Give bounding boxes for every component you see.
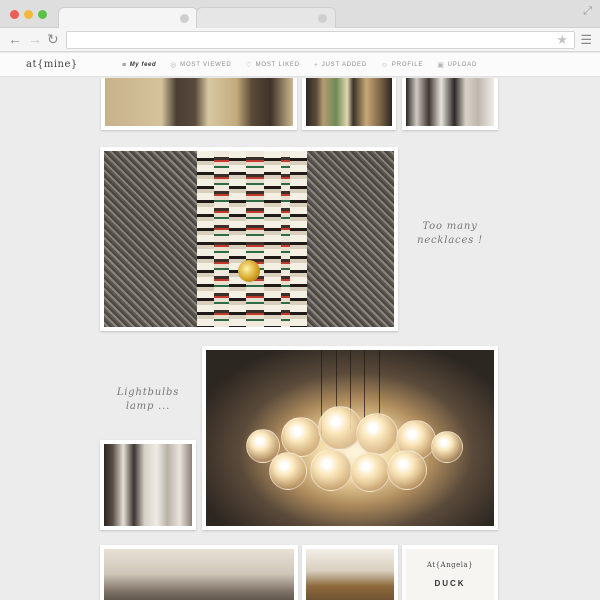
caption-line: Too many (422, 221, 478, 232)
title-bar: ⤢ (0, 0, 600, 29)
bead-strand (289, 151, 307, 327)
gold-pendant (238, 260, 260, 283)
tab-close-icon[interactable] (180, 14, 189, 23)
nav-most-liked[interactable]: ♡ MOST LIKED (246, 61, 300, 69)
nav-label: JUST ADDED (321, 62, 367, 68)
bulb (387, 450, 428, 491)
nav-profile[interactable]: ☺ PROFILE (381, 61, 423, 69)
nav-label: MOST LIKED (255, 62, 300, 68)
photo-caption: Too many necklaces ! (410, 220, 490, 248)
photo-card[interactable] (302, 545, 398, 600)
upload-icon: ▣ (437, 62, 445, 69)
caption-line: lamp ... (125, 401, 171, 412)
hamburger-menu-icon[interactable]: ☰ (580, 33, 592, 46)
nav-label: MOST VIEWED (180, 62, 232, 68)
lamp-wire (364, 350, 366, 424)
lamp-photo (306, 549, 394, 600)
bulb (350, 452, 390, 493)
browser-tab-active[interactable] (58, 7, 198, 29)
necklace-strands (205, 151, 299, 327)
photo-card[interactable] (202, 346, 498, 530)
address-bar[interactable]: ★ (66, 31, 575, 49)
nav-label: UPLOAD (447, 62, 478, 68)
lightbulb-lamp-photo (206, 350, 494, 526)
browser-chrome: ⤢ ← → ↻ ★ ☰ (0, 0, 600, 52)
nav-label: PROFILE (391, 62, 424, 68)
curtain-photo (105, 78, 293, 126)
eye-icon: ◎ (170, 62, 178, 69)
bulb (269, 452, 308, 491)
plus-icon: + (313, 61, 319, 69)
bulb (280, 416, 321, 457)
bulb (309, 448, 352, 491)
browser-tab-inactive[interactable] (196, 7, 336, 29)
resize-icon[interactable]: ⤢ (583, 6, 592, 17)
bulb (430, 430, 463, 463)
bead-strand (263, 151, 281, 327)
photo-card[interactable] (101, 78, 297, 130)
site-logo[interactable]: at{mine} (26, 59, 78, 70)
caption-line: Lightbulbs (116, 387, 180, 398)
star-icon[interactable]: ★ (556, 33, 568, 47)
feed-icon: ≡ (122, 61, 127, 69)
necklaces-photo (104, 151, 394, 327)
nav-my-feed[interactable]: ≡ My feed (122, 61, 156, 69)
nav-just-added[interactable]: + JUST ADDED (314, 61, 367, 69)
nav-most-viewed[interactable]: ◎ MOST VIEWED (170, 61, 231, 69)
clothes-rack-photo (104, 444, 192, 526)
back-arrow-icon[interactable]: ← (8, 32, 22, 46)
photo-card[interactable] (100, 440, 196, 530)
book-cover-photo: At{Angela} DUCK (406, 549, 494, 600)
maximize-window-button[interactable] (38, 10, 47, 19)
window-photo (306, 78, 392, 126)
photo-card[interactable]: At{Angela} DUCK (402, 545, 498, 600)
minimize-window-button[interactable] (24, 10, 33, 19)
photo-card[interactable] (302, 78, 396, 130)
close-window-button[interactable] (10, 10, 19, 19)
main-nav: ≡ My feed ◎ MOST VIEWED ♡ MOST LIKED + J… (122, 61, 477, 70)
book-title: At{Angela} (426, 561, 474, 569)
bulb (355, 413, 398, 456)
site-header: at{mine} ≡ My feed ◎ MOST VIEWED ♡ MOST … (0, 53, 600, 77)
photo-caption: Lightbulbs lamp ... (108, 386, 188, 414)
nav-label: My feed (129, 62, 157, 68)
room-photo (104, 549, 294, 600)
photo-card[interactable] (402, 78, 498, 130)
photo-card[interactable] (100, 147, 398, 331)
heart-icon: ♡ (245, 62, 253, 69)
forward-arrow-icon[interactable]: → (28, 32, 42, 46)
bead-strand (228, 151, 247, 327)
reload-icon[interactable]: ↻ (47, 32, 59, 46)
photo-feed: Too many necklaces ! Lightbulbs lamp ... (0, 78, 600, 600)
tab-close-icon[interactable] (318, 14, 327, 23)
book-subtitle: DUCK (434, 579, 466, 588)
nav-upload[interactable]: ▣ UPLOAD (437, 61, 477, 69)
photo-card[interactable] (100, 545, 298, 600)
caption-line: necklaces ! (417, 235, 483, 246)
bead-strand (196, 151, 215, 327)
browser-toolbar: ← → ↻ ★ ☰ (0, 28, 600, 52)
closet-photo (406, 78, 494, 126)
user-icon: ☺ (380, 61, 389, 69)
